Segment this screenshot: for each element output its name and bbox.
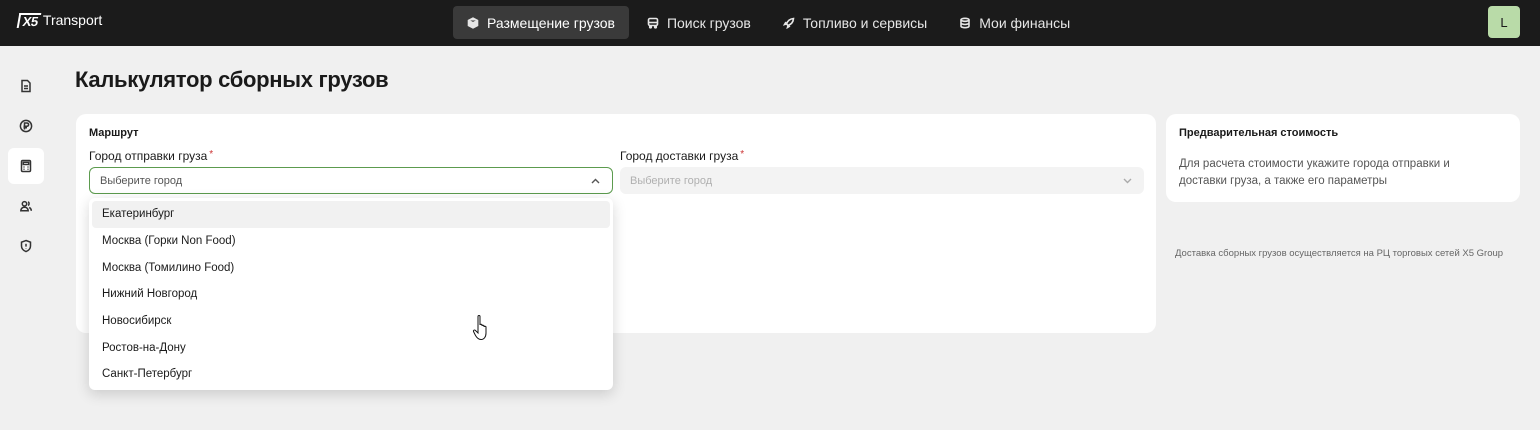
city-option[interactable]: Екатеринбург (92, 201, 610, 228)
page-title: Калькулятор сборных грузов (75, 67, 389, 92)
nav-item-cargo-search[interactable]: Поиск грузов (633, 6, 765, 39)
city-option[interactable]: Санкт-Петербург (92, 361, 610, 388)
logo-mark: X5 (16, 12, 42, 29)
nav-item-label: Размещение грузов (487, 14, 615, 31)
sidebar-item-documents[interactable] (8, 68, 44, 104)
nav-item-my-finances[interactable]: Мои финансы (945, 6, 1084, 39)
from-city-label-text: Город отправки груза (89, 149, 208, 163)
sidebar-item-payments[interactable] (8, 108, 44, 144)
to-city-label-text: Город доставки груза (620, 149, 739, 163)
nav-item-label: Мои финансы (979, 14, 1071, 31)
city-option[interactable]: Москва (Горки Non Food) (92, 228, 610, 255)
x5-transport-logo[interactable]: X5 Transport (16, 12, 103, 29)
nav-item-fuel-services[interactable]: Топливо и сервисы (769, 6, 941, 39)
required-mark: * (209, 149, 214, 160)
top-navigation-bar: X5 Transport Размещение грузов Поиск гру… (0, 0, 1540, 46)
document-icon (21, 79, 31, 93)
database-icon (960, 16, 971, 29)
from-city-placeholder: Выберите город (100, 174, 183, 187)
from-city-label: Город отправки груза * (89, 149, 213, 163)
required-mark: * (740, 149, 745, 160)
sidebar-item-users[interactable] (8, 188, 44, 224)
city-option[interactable]: Нижний Новгород (92, 281, 610, 308)
sidebar (0, 46, 52, 430)
shield-icon (20, 239, 32, 253)
to-city-select[interactable]: Выберите город (620, 167, 1144, 194)
calculator-icon (20, 159, 32, 173)
sidebar-item-security[interactable] (8, 228, 44, 264)
logo-text: Transport (42, 12, 103, 28)
box-icon (467, 16, 479, 29)
hand-cursor-icon (472, 315, 487, 341)
ruble-icon (19, 119, 33, 133)
rocket-icon (782, 17, 795, 29)
to-city-placeholder: Выберите город (630, 174, 713, 187)
user-avatar[interactable]: L (1488, 6, 1520, 38)
users-icon (19, 200, 33, 212)
nav-item-cargo-placement[interactable]: Размещение грузов (453, 6, 629, 39)
preliminary-price-hint: Для расчета стоимости укажите города отп… (1179, 158, 1450, 187)
to-city-label: Город доставки груза * (620, 149, 744, 163)
city-option[interactable]: Москва (Томилино Food) (92, 254, 610, 281)
truck-icon (647, 17, 659, 29)
city-option[interactable]: Новосибирск (92, 308, 610, 335)
from-city-select[interactable]: Выберите город (89, 167, 613, 194)
preliminary-price-title: Предварительная стоимость (1179, 127, 1339, 139)
nav-item-label: Поиск грузов (666, 14, 751, 31)
route-section-label: Маршрут (89, 127, 139, 139)
city-option[interactable]: Ростов-на-Дону (92, 334, 610, 361)
sidebar-item-calculator[interactable] (8, 148, 44, 184)
chevron-up-icon (591, 177, 600, 186)
chevron-down-icon (1123, 176, 1132, 185)
delivery-note: Доставка сборных грузов осуществляется н… (1175, 248, 1504, 259)
main-nav: Размещение грузов Поиск грузов Топливо и… (453, 6, 1084, 39)
from-city-dropdown: Екатеринбург Москва (Горки Non Food) Мос… (89, 198, 613, 390)
nav-item-label: Топливо и сервисы (802, 14, 928, 31)
